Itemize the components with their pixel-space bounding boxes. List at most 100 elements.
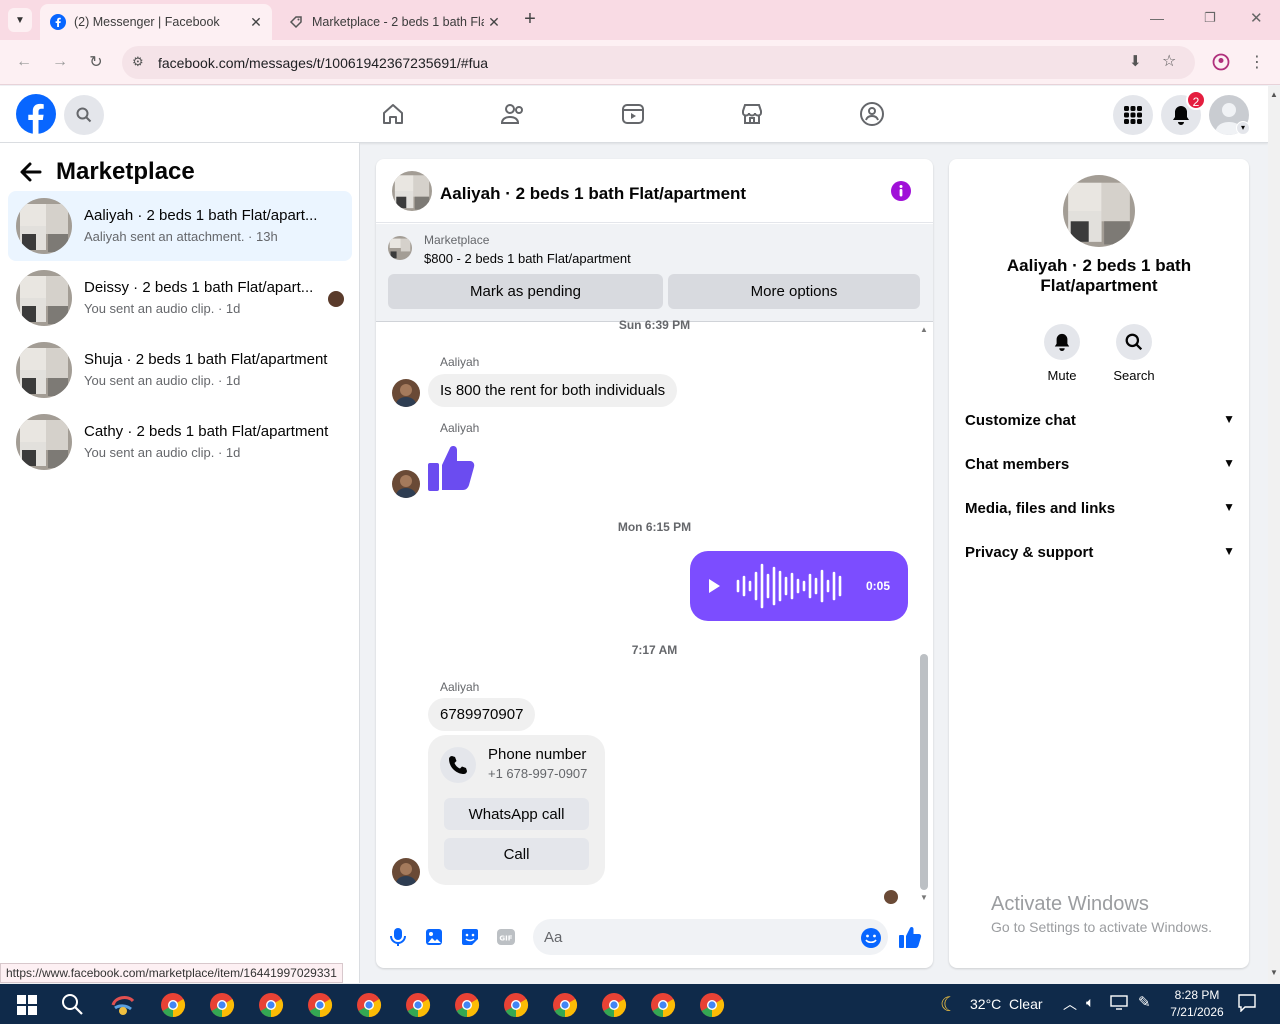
chrome-icon[interactable] [356, 992, 382, 1018]
audio-message[interactable]: 0:05 [690, 551, 908, 621]
thumbs-up-sticker-icon[interactable] [426, 441, 478, 493]
groups-icon[interactable] [858, 100, 886, 128]
scroll-down-icon[interactable]: ▼ [919, 893, 929, 903]
info-icon[interactable] [890, 180, 912, 202]
scroll-down-icon[interactable]: ▼ [1270, 968, 1278, 977]
sender-avatar[interactable] [392, 858, 420, 886]
message-bubble[interactable]: 6789970907 [428, 698, 536, 731]
call-button[interactable]: Call [444, 838, 589, 870]
chat-scrollbar-thumb[interactable] [920, 654, 928, 890]
forward-icon[interactable]: → [46, 48, 74, 76]
sender-avatar[interactable] [392, 379, 420, 407]
site-settings-icon[interactable]: ⚙ [132, 54, 144, 70]
conversation-item[interactable]: Aaliyah · 2 beds 1 bath Flat/apart... Aa… [8, 191, 352, 261]
bookmark-star-icon[interactable]: ☆ [1162, 51, 1176, 71]
notification-center-icon[interactable] [1238, 994, 1256, 1013]
marketplace-favicon-icon [288, 14, 304, 30]
address-bar[interactable]: ⚙ facebook.com/messages/t/10061942367235… [122, 46, 1195, 79]
more-options-button[interactable]: More options [668, 274, 920, 309]
chat-title[interactable]: Aaliyah · 2 beds 1 bath Flat/apartment [440, 184, 746, 204]
conversation-item[interactable]: Shuja · 2 beds 1 bath Flat/apartment You… [8, 335, 352, 405]
pen-icon[interactable]: ✎ [1138, 993, 1151, 1011]
customize-chat-section[interactable]: Customize chat ▼ [965, 412, 1235, 442]
taskbar-app-icon[interactable] [110, 992, 136, 1018]
close-window-icon[interactable]: ✕ [1250, 9, 1263, 27]
sender-avatar[interactable] [392, 470, 420, 498]
network-icon[interactable] [1110, 994, 1128, 1010]
chat-avatar[interactable] [392, 171, 432, 211]
play-icon[interactable] [706, 576, 722, 596]
chrome-icon[interactable] [258, 992, 284, 1018]
chrome-icon[interactable] [307, 992, 333, 1018]
friends-icon[interactable] [499, 100, 527, 128]
minimize-icon[interactable]: — [1150, 10, 1164, 26]
reload-icon[interactable]: ↻ [82, 48, 110, 76]
weather-text[interactable]: 32°C Clear [970, 996, 1043, 1012]
back-arrow-icon[interactable] [18, 159, 46, 187]
mark-pending-button[interactable]: Mark as pending [388, 274, 663, 309]
privacy-support-section[interactable]: Privacy & support ▼ [965, 544, 1235, 574]
install-app-icon[interactable]: ⬇ [1129, 52, 1142, 70]
chrome-icon[interactable] [160, 992, 186, 1018]
chrome-icon[interactable] [699, 992, 725, 1018]
facebook-logo-icon[interactable] [16, 94, 56, 134]
chrome-icon[interactable] [650, 992, 676, 1018]
notification-badge: 2 [1186, 90, 1206, 110]
tab-title: (2) Messenger | Facebook [74, 15, 220, 29]
chrome-icon[interactable] [405, 992, 431, 1018]
taskbar-search-icon[interactable] [60, 992, 86, 1018]
restore-icon[interactable]: ❐ [1204, 10, 1216, 26]
chrome-icon[interactable] [601, 992, 627, 1018]
message-bubble[interactable]: Is 800 the rent for both individuals [428, 374, 678, 407]
browser-menu-icon[interactable]: ⋮ [1243, 48, 1271, 76]
listing-title[interactable]: $800 - 2 beds 1 bath Flat/apartment [424, 251, 631, 266]
windows-start-icon[interactable] [14, 992, 40, 1018]
media-files-links-section[interactable]: Media, files and links ▼ [965, 500, 1235, 530]
scroll-up-icon[interactable]: ▲ [1270, 90, 1278, 99]
close-tab-icon[interactable]: ✕ [484, 14, 504, 31]
search-button[interactable] [64, 95, 104, 135]
chevron-down-icon[interactable]: ▾ [1236, 121, 1250, 135]
message-input[interactable] [533, 919, 888, 955]
tab-marketplace[interactable]: Marketplace - 2 beds 1 bath Fla ✕ [278, 4, 510, 40]
chrome-icon[interactable] [209, 992, 235, 1018]
mute-button[interactable]: Mute [1032, 324, 1092, 383]
mute-label: Mute [1047, 368, 1077, 383]
back-icon[interactable]: ← [10, 48, 38, 76]
marketplace-icon[interactable] [738, 100, 766, 128]
gif-icon[interactable]: GIF [496, 927, 516, 947]
whatsapp-call-button[interactable]: WhatsApp call [444, 798, 589, 830]
volume-icon[interactable]: 🔈︎ [1086, 994, 1094, 1011]
microphone-icon[interactable] [388, 927, 408, 947]
chrome-icon[interactable] [454, 992, 480, 1018]
tab-messenger[interactable]: (2) Messenger | Facebook ✕ [40, 4, 272, 40]
chrome-icon[interactable] [552, 992, 578, 1018]
emoji-icon[interactable] [860, 927, 882, 949]
info-avatar[interactable] [1063, 175, 1135, 247]
conversation-item[interactable]: Cathy · 2 beds 1 bath Flat/apartment You… [8, 407, 352, 477]
clock[interactable]: 8:28 PM 7/21/2026 [1164, 987, 1230, 1021]
photo-icon[interactable] [424, 927, 444, 947]
new-tab-icon[interactable]: + [519, 8, 541, 32]
timestamp: Mon 6:15 PM [617, 520, 692, 534]
search-label: Search [1113, 368, 1155, 383]
menu-button[interactable] [1113, 95, 1153, 135]
like-icon[interactable] [898, 925, 922, 949]
home-icon[interactable] [379, 100, 407, 128]
moon-weather-icon[interactable]: ☾ [940, 992, 958, 1017]
conversation-item[interactable]: Deissy · 2 beds 1 bath Flat/apart... You… [8, 263, 352, 333]
scroll-up-icon[interactable]: ▲ [919, 325, 929, 335]
profile-icon[interactable] [1207, 48, 1235, 76]
sender-name: Aaliyah [440, 355, 480, 369]
chrome-icon[interactable] [503, 992, 529, 1018]
watch-icon[interactable] [619, 100, 647, 128]
close-tab-icon[interactable]: ✕ [246, 14, 266, 31]
chat-header: Aaliyah · 2 beds 1 bath Flat/apartment [376, 159, 933, 223]
search-in-chat-button[interactable]: Search [1104, 324, 1164, 383]
chat-members-section[interactable]: Chat members ▼ [965, 456, 1235, 486]
tab-search-icon[interactable]: ▼ [8, 8, 32, 32]
sticker-icon[interactable] [460, 927, 480, 947]
page-scrollbar[interactable]: ▲ ▼ [1268, 86, 1280, 984]
tray-chevron-up-icon[interactable]: ︿ [1063, 994, 1077, 1014]
message-composer: GIF [376, 917, 933, 968]
